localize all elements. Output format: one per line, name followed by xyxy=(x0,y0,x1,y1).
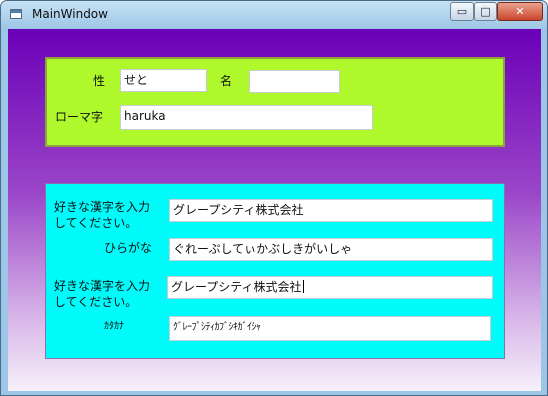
maximize-button[interactable]: □ xyxy=(474,2,497,21)
title-bar[interactable]: MainWindow ▭ □ ✕ xyxy=(1,1,547,28)
romaji-label: ローマ字 xyxy=(55,110,104,124)
kanji-input-1[interactable]: グレープシティ株式会社 xyxy=(169,199,493,222)
minimize-button[interactable]: ▭ xyxy=(450,2,474,21)
app-window-icon xyxy=(10,9,22,19)
kanji-prompt-2-line1: 好きな漢字を入力 xyxy=(54,279,151,293)
window-title: MainWindow xyxy=(32,7,108,21)
window-content: 性 せと 名 ローマ字 haruka 好きな漢字を入力 してください。 グレープ… xyxy=(8,29,541,391)
kanji-input-2[interactable]: グレープシティ株式会社 xyxy=(167,276,493,299)
name-panel: 性 せと 名 ローマ字 haruka xyxy=(45,57,505,147)
romaji-input[interactable]: haruka xyxy=(120,105,373,130)
kanji-input-2-text: グレープシティ株式会社 xyxy=(171,280,302,294)
first-name-input[interactable] xyxy=(249,70,340,93)
close-button[interactable]: ✕ xyxy=(497,2,543,21)
main-window: MainWindow ▭ □ ✕ 性 せと 名 ローマ字 haruka 好きな漢… xyxy=(0,0,548,396)
katakana-output[interactable]: ｸﾞﾚｰﾌﾟｼﾃｨｶﾌﾞｼｷｶﾞｲｼｬ xyxy=(169,316,491,341)
kanji-prompt-2-line2: してください。 xyxy=(54,295,138,309)
text-caret xyxy=(302,280,304,293)
last-name-input[interactable]: せと xyxy=(120,69,207,92)
katakana-label: ｶﾀｶﾅ xyxy=(104,321,124,332)
kanji-prompt-1-line2: してください。 xyxy=(54,216,138,230)
conversion-panel: 好きな漢字を入力 してください。 グレープシティ株式会社 ひらがな ぐれーぷして… xyxy=(45,183,505,359)
kanji-prompt-1-line1: 好きな漢字を入力 xyxy=(54,200,151,214)
hiragana-label: ひらがな xyxy=(104,241,153,255)
hiragana-output[interactable]: ぐれーぷしてぃかぶしきがいしゃ xyxy=(169,238,493,261)
first-name-label: 名 xyxy=(220,74,233,88)
last-name-label: 性 xyxy=(93,74,106,88)
